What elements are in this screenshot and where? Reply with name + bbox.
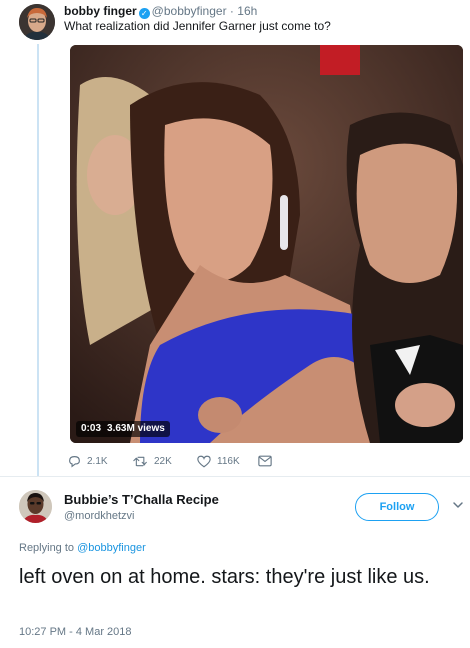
- follow-button[interactable]: Follow: [355, 493, 439, 521]
- avatar[interactable]: [19, 490, 52, 523]
- avatar-image: [19, 490, 52, 523]
- avatar[interactable]: [19, 4, 55, 40]
- reply-count: 2.1K: [87, 455, 108, 467]
- reply-author-handle[interactable]: @mordkhetzvi: [64, 510, 134, 523]
- retweet-icon: [133, 456, 147, 466]
- tweet-time[interactable]: 16h: [237, 4, 257, 18]
- heart-icon: [197, 455, 211, 467]
- divider: [0, 476, 470, 477]
- reply-icon: [69, 455, 80, 468]
- video-frame-image: [70, 45, 463, 443]
- tweet-header: bobby finger ✓ @bobbyfinger · 16h: [64, 4, 257, 19]
- parent-tweet[interactable]: bobby finger ✓ @bobbyfinger · 16h What rea…: [0, 0, 470, 476]
- video-player[interactable]: 0:03 3.63M views: [70, 45, 463, 443]
- video-duration: 0:03: [81, 423, 102, 434]
- retweet-button[interactable]: 22K: [133, 452, 172, 470]
- chevron-down-icon[interactable]: [452, 499, 464, 511]
- separator-dot: ·: [229, 4, 234, 18]
- video-views: 3.63M views: [107, 423, 165, 434]
- tweet-text: What realization did Jennifer Garner jus…: [64, 19, 331, 33]
- like-button[interactable]: 116K: [197, 452, 240, 470]
- avatar-image: [19, 4, 55, 40]
- author-name[interactable]: bobby finger: [64, 4, 137, 18]
- author-handle[interactable]: @bobbyfinger: [152, 4, 227, 18]
- envelope-icon: [258, 455, 272, 467]
- verified-badge-icon: ✓: [138, 8, 150, 19]
- replying-to: Replying to @bobbyfinger: [19, 542, 146, 555]
- thread-connector-line: [37, 44, 39, 476]
- reply-timestamp[interactable]: 10:27 PM - 4 Mar 2018: [19, 626, 132, 639]
- tweet-actions: 2.1K 22K 116K: [64, 452, 294, 470]
- retweet-count: 22K: [154, 455, 172, 467]
- reply-tweet-text: left oven on at home. stars: they're jus…: [19, 566, 430, 588]
- reply-author-name[interactable]: Bubbie’s T’Challa Recipe: [64, 492, 219, 508]
- reply-button[interactable]: 2.1K: [68, 452, 108, 470]
- replying-to-label: Replying to: [19, 542, 75, 554]
- direct-message-button[interactable]: [258, 452, 278, 470]
- like-count: 116K: [217, 455, 240, 467]
- replying-to-link[interactable]: @bobbyfinger: [77, 542, 146, 554]
- video-info-badge: 0:03 3.63M views: [76, 421, 170, 437]
